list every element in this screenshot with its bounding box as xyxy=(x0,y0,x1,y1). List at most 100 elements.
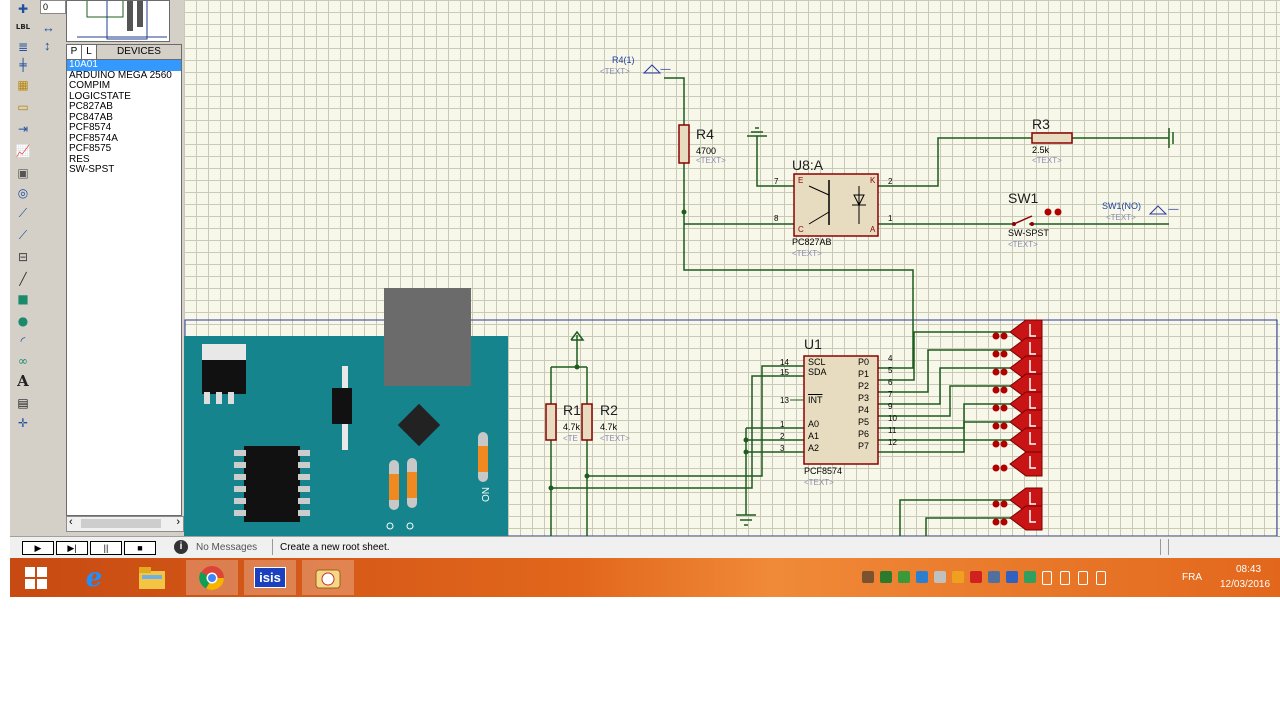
u8-ref[interactable]: U8:A xyxy=(792,157,823,173)
messages-status[interactable]: No Messages xyxy=(196,542,257,553)
junction-dot-icon[interactable]: ✚ xyxy=(13,0,33,18)
rotation-field[interactable]: 0 xyxy=(40,0,66,14)
r2-ref[interactable]: R2 xyxy=(600,402,618,418)
u8-part[interactable]: PC827AB xyxy=(792,237,832,247)
r1-value[interactable]: 4.7k xyxy=(563,422,580,432)
symbol-tool-icon[interactable]: ▤ xyxy=(13,394,33,412)
logicstate-probe xyxy=(992,451,1043,477)
play-button[interactable]: ▶ xyxy=(22,541,54,555)
overview-thumbnail[interactable] xyxy=(66,0,170,42)
mirror-horizontal-icon[interactable]: ↔ xyxy=(42,20,55,35)
language-indicator[interactable]: FRA xyxy=(1182,572,1202,583)
resistor-r4 xyxy=(678,124,690,164)
schematic-canvas[interactable]: ON R4(1) <TEXT> ----- R4 4700 <TEXT> R3 … xyxy=(184,0,1280,536)
r3-ref[interactable]: R3 xyxy=(1032,116,1050,132)
clock-date[interactable]: 12/03/2016 xyxy=(1220,579,1270,590)
network-tray-icon[interactable] xyxy=(1060,571,1070,585)
start-icon[interactable] xyxy=(10,560,62,595)
terminal-icon[interactable]: ▭ xyxy=(13,98,33,116)
chrome-icon[interactable] xyxy=(186,560,238,595)
r4-terminal-label[interactable]: R4(1) xyxy=(612,55,635,65)
line-tool-icon[interactable]: ╱ xyxy=(13,270,33,288)
file-explorer-icon[interactable] xyxy=(126,560,178,595)
r2-value[interactable]: 4.7k xyxy=(600,422,617,432)
sw1-ref[interactable]: SW1 xyxy=(1008,190,1038,206)
sw1-part[interactable]: SW-SPST xyxy=(1008,228,1049,238)
r1-ref[interactable]: R1 xyxy=(563,402,581,418)
device-list-item[interactable]: 10A01 xyxy=(67,59,181,71)
stop-button[interactable]: ■ xyxy=(124,541,156,555)
key-tray-icon[interactable] xyxy=(934,571,946,583)
sw1-terminal-label[interactable]: SW1(NO) xyxy=(1102,201,1141,211)
u1-pin-number: 3 xyxy=(780,444,785,453)
nvidia-tray-icon[interactable] xyxy=(880,571,892,583)
logicstate-dot xyxy=(1000,422,1008,430)
antivirus-tray-icon[interactable] xyxy=(970,571,982,583)
mode-toolbar: ✚ LBL ≣ ╪ ▦ ▭ ⇥ 📈 ▣ ◎ ⟋ ⟋ ⊟ ╱ ■ ● ◜ ∞ A … xyxy=(10,0,39,536)
logicstate-dot xyxy=(992,500,1000,508)
scroll-right-icon[interactable]: › xyxy=(176,516,180,528)
device-list-scrollbar[interactable]: ‹ › xyxy=(66,516,184,532)
step-button[interactable]: ▶| xyxy=(56,541,88,555)
logicstate-dot xyxy=(992,368,1000,376)
internet-explorer-icon[interactable]: e xyxy=(68,560,120,595)
u1-pin-name: P2 xyxy=(858,381,870,391)
r4-ref[interactable]: R4 xyxy=(696,126,714,142)
logicstate-dot xyxy=(1000,368,1008,376)
clock-time[interactable]: 08:43 xyxy=(1236,564,1261,575)
info-icon[interactable]: i xyxy=(174,540,188,554)
monitor-tray-icon[interactable] xyxy=(1024,571,1036,583)
circle-tool-icon[interactable]: ● xyxy=(13,312,33,330)
voltage-probe-icon[interactable]: ⟋ xyxy=(13,204,33,222)
u1-part[interactable]: PCF8574 xyxy=(804,466,842,476)
box-tool-icon[interactable]: ■ xyxy=(13,290,33,308)
r4-value[interactable]: 4700 xyxy=(696,146,716,156)
bus-icon[interactable]: ╪ xyxy=(13,56,33,74)
device-pin-icon[interactable]: ⇥ xyxy=(13,120,33,138)
status-hint: Create a new root sheet. xyxy=(280,542,390,553)
volume-tray-icon[interactable] xyxy=(1078,571,1088,585)
u1-pin-number: 5 xyxy=(888,366,893,375)
display-tray-icon[interactable] xyxy=(988,571,1000,583)
network-card-tray-icon[interactable] xyxy=(1006,571,1018,583)
device-list-item[interactable]: PCF8574 xyxy=(67,122,181,134)
u1-pin-name: P3 xyxy=(858,393,870,403)
library-manager-button[interactable]: L xyxy=(81,44,97,60)
subcircuit-icon[interactable]: ▦ xyxy=(13,76,33,94)
pen-tray-icon[interactable] xyxy=(862,571,874,583)
device-list-item[interactable]: SW-SPST xyxy=(67,164,181,176)
r3-value[interactable]: 2.5k xyxy=(1032,145,1049,155)
flag-tray-icon[interactable] xyxy=(1096,571,1106,585)
device-list-item[interactable]: PC827AB xyxy=(67,101,181,113)
wire-label-icon[interactable]: LBL xyxy=(13,18,33,36)
drive-tray-icon[interactable] xyxy=(916,571,928,583)
battery-tray-icon[interactable] xyxy=(1042,571,1052,585)
pause-button[interactable]: || xyxy=(90,541,122,555)
scroll-left-icon[interactable]: ‹ xyxy=(69,516,73,528)
generator-icon[interactable]: ◎ xyxy=(13,184,33,202)
pick-devices-button[interactable]: P xyxy=(66,44,82,60)
isis-icon[interactable]: isis xyxy=(244,560,296,595)
device-list-item[interactable]: PCF8575 xyxy=(67,143,181,155)
u1-pin-number: 6 xyxy=(888,378,893,387)
object-selector-panel: 0 ↔ ↕ P L DEVICES 10A01 ARDUINO MEGA 2560… xyxy=(38,0,194,536)
sync-tray-icon[interactable] xyxy=(898,571,910,583)
marker-tool-icon[interactable]: ✛ xyxy=(13,414,33,432)
r4-terminal-dash: ----- xyxy=(660,64,671,74)
mirror-vertical-icon[interactable]: ↕ xyxy=(44,38,51,53)
scroll-thumb[interactable] xyxy=(81,519,161,528)
proteus-app-icon[interactable] xyxy=(302,560,354,595)
device-list-item[interactable]: COMPIM xyxy=(67,80,181,92)
tape-recorder-icon[interactable]: ▣ xyxy=(13,164,33,182)
current-probe-icon[interactable]: ⟋ xyxy=(13,226,33,244)
path-tool-icon[interactable]: ∞ xyxy=(13,352,33,370)
graph-icon[interactable]: 📈 xyxy=(13,142,33,160)
u1-text: <TEXT> xyxy=(804,478,834,487)
text-tool-icon[interactable]: A xyxy=(13,372,33,390)
text-script-icon[interactable]: ≣ xyxy=(13,38,33,56)
arc-tool-icon[interactable]: ◜ xyxy=(13,332,33,350)
u1-ref[interactable]: U1 xyxy=(804,336,822,352)
device-list[interactable]: 10A01 ARDUINO MEGA 2560 COMPIM LOGICSTATE PC… xyxy=(66,59,182,516)
chat-tray-icon[interactable] xyxy=(952,571,964,583)
virtual-instrument-icon[interactable]: ⊟ xyxy=(13,248,33,266)
